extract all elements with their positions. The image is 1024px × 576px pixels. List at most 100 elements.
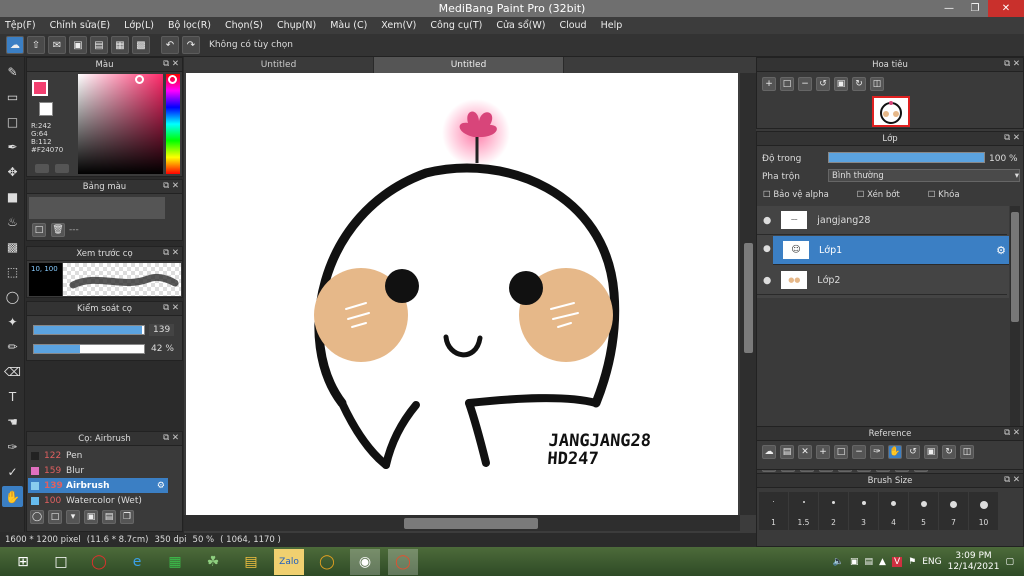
panel-close-icon[interactable]: ⧉ ✕ [163,248,179,258]
brush-opacity-slider[interactable] [33,344,145,354]
medibang-icon[interactable]: ◉ [350,548,380,575]
file-explorer-icon[interactable]: ▤ [236,549,266,575]
brush-size-cell[interactable]: 1.5 [789,492,818,530]
reference-rotate-left-icon[interactable]: ↺ [906,445,920,459]
select-eraser-tool-icon[interactable]: ⌫ [2,361,23,382]
tiles-icon[interactable]: ▩ [132,36,150,54]
menu-filter[interactable]: Bộ lọc(R) [168,20,211,31]
delete-palette-icon[interactable]: 🗑 [51,223,65,237]
eyedropper-tool-icon[interactable]: ✑ [2,436,23,457]
chrome-profile-icon[interactable]: ◯ [388,548,418,575]
brush-size-cell[interactable]: 1 [759,492,788,530]
gradient-tool-icon[interactable]: ▩ [2,236,23,257]
reference-close-icon[interactable]: ✕ [798,445,812,459]
add-brush-icon[interactable]: ◯ [30,510,44,524]
menu-color[interactable]: Màu (C) [330,20,367,31]
color-mode-button[interactable] [35,164,49,173]
reference-rotate-right-icon[interactable]: ↻ [942,445,956,459]
reference-zoom-in-icon[interactable]: + [816,445,830,459]
pen-tool-icon[interactable]: ✒ [2,136,23,157]
select-tool-icon[interactable]: ⬚ [2,261,23,282]
brush-size-cell[interactable]: 5 [909,492,938,530]
menu-tools[interactable]: Công cụ(T) [430,20,482,31]
panel-close-icon[interactable]: ⧉ ✕ [1004,133,1020,143]
reference-flip-icon[interactable]: ◫ [960,445,974,459]
hue-slider[interactable] [166,74,180,174]
menu-view[interactable]: Xem(V) [381,20,416,31]
hue-handle[interactable] [168,75,177,84]
brush-size-slider[interactable] [33,325,145,335]
brush-size-cell[interactable]: 7 [939,492,968,530]
layer-scroll-thumb[interactable] [1011,212,1019,322]
magic-wand-tool-icon[interactable]: ✦ [2,311,23,332]
brush-list-item[interactable]: 139 Airbrush ⚙ [28,478,168,493]
panel-close-icon[interactable]: ⧉ ✕ [163,181,179,191]
redo-icon[interactable]: ↷ [182,36,200,54]
brush-list-item[interactable]: 100 Watercolor (Wet) [28,493,168,508]
menu-file[interactable]: Tệp(F) [5,20,36,31]
flip-icon[interactable]: ◫ [870,77,884,91]
palette-area[interactable] [29,197,165,219]
layer-row-lop2[interactable]: ● ●● Lớp2 [757,266,1007,295]
zoom-fit-icon[interactable]: □ [780,77,794,91]
tray-app-icon[interactable]: ▲ [879,557,886,567]
layer-visibility-icon[interactable]: ● [763,275,771,286]
menu-snap[interactable]: Chụp(N) [277,20,316,31]
menu-cloud[interactable]: Cloud [559,20,586,31]
blend-mode-select[interactable]: Bình thường ▾ [828,169,1020,182]
background-color[interactable] [39,102,53,116]
language-indicator[interactable]: ENG [922,557,941,567]
operation-tool-icon[interactable]: ☚ [2,411,23,432]
text-tool-icon[interactable]: T [2,386,23,407]
rectangle-tool-icon[interactable]: □ [2,111,23,132]
vivaldi-icon[interactable]: V [891,556,903,567]
panel-close-icon[interactable]: ⧉ ✕ [163,433,179,443]
eraser-tool-icon[interactable]: ▭ [2,86,23,107]
brush-duplicate-icon[interactable]: ❐ [120,510,134,524]
layer-opacity-slider[interactable] [828,152,985,163]
menu-layer[interactable]: Lớp(L) [124,20,154,31]
drawing-canvas[interactable]: JANGJANG28 HD247 [186,73,738,515]
menu-help[interactable]: Help [601,20,623,31]
layer-scrollbar[interactable] [1010,206,1020,446]
brush-size-cell[interactable]: 3 [849,492,878,530]
close-icon[interactable]: ✕ [988,0,1024,17]
panel-close-icon[interactable]: ⧉ ✕ [1004,59,1020,69]
rotate-left-icon[interactable]: ↺ [816,77,830,91]
zoom-in-icon[interactable]: + [762,77,776,91]
brush-list-item[interactable]: 159 Blur [28,463,168,478]
layer-row-lop1[interactable]: ☺ Lớp1 ⚙ [773,236,1009,265]
minimize-icon[interactable]: — [936,0,962,17]
undo-icon[interactable]: ↶ [161,36,179,54]
brush-size-cell[interactable]: 10 [969,492,998,530]
rotate-right-icon[interactable]: ↻ [852,77,866,91]
fit-window-icon[interactable]: ▣ [834,77,848,91]
protect-alpha-checkbox[interactable]: ☐ Bảo vệ alpha [763,190,829,200]
saturation-value-picker[interactable] [78,74,163,174]
color-picker-handle[interactable] [135,75,144,84]
zoom-out-icon[interactable]: − [798,77,812,91]
horizontal-scrollbar[interactable] [184,515,740,531]
menu-edit[interactable]: Chỉnh sửa(E) [50,20,111,31]
volume-icon[interactable]: 🔈 [833,557,844,567]
panel-close-icon[interactable]: ⧉ ✕ [1004,428,1020,438]
brush-list-item[interactable]: 122 Pen [28,448,168,463]
new-brush-icon[interactable]: □ [48,510,62,524]
brush-size-value[interactable]: 139 [149,324,175,336]
layer-visibility-icon[interactable]: ● [763,215,771,226]
new-palette-icon[interactable]: □ [32,223,46,237]
panel-close-icon[interactable]: ⧉ ✕ [1004,475,1020,485]
panel-icon[interactable]: ▤ [90,36,108,54]
page-icon[interactable]: ▣ [69,36,87,54]
dropper-tool-icon[interactable]: ✓ [2,461,23,482]
gear-icon[interactable]: ⚙ [996,244,1006,257]
vertical-scroll-thumb[interactable] [744,243,753,353]
brush-size-cell[interactable]: 4 [879,492,908,530]
clipping-checkbox[interactable]: ☐ Xén bớt [857,190,900,200]
reference-cloud-icon[interactable]: ☁ [762,445,776,459]
brush-folder-icon[interactable]: ▤ [102,510,116,524]
panel-close-icon[interactable]: ⧉ ✕ [163,59,179,69]
foreground-color[interactable] [32,80,48,96]
hand-tool-icon[interactable]: ✋ [2,486,23,507]
brush-size-cell[interactable]: 2 [819,492,848,530]
